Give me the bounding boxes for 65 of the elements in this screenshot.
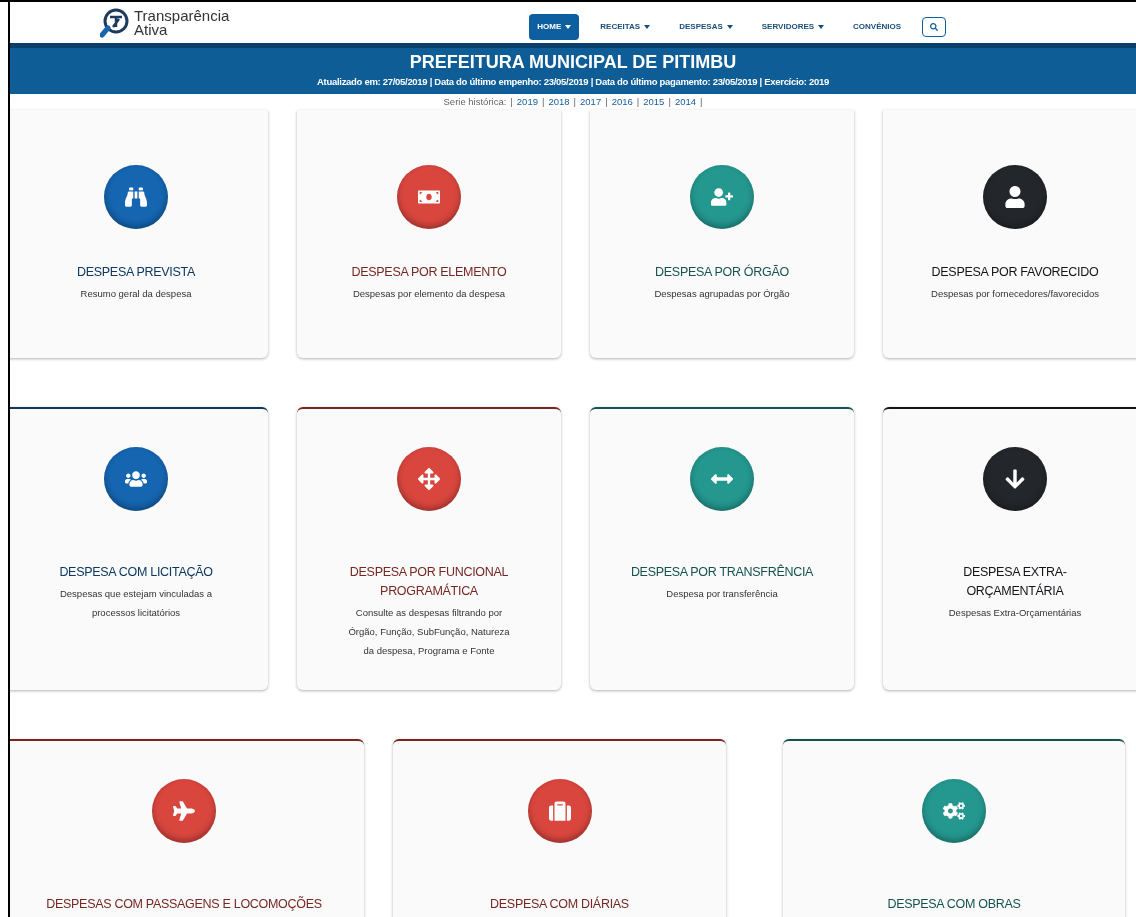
card-description: Despesas Extra-Orçamentárias xyxy=(948,606,1082,620)
card-description: Despesa por transferência xyxy=(666,587,778,601)
year-link[interactable]: 2018 xyxy=(548,94,570,110)
card-description: Despesas agrupadas por Órgão xyxy=(654,287,790,301)
year-link[interactable]: 2016 xyxy=(611,94,633,110)
card-title: DESPESA EXTRA-ORÇAMENTÁRIA xyxy=(962,564,1068,600)
separator: | xyxy=(510,94,513,109)
card-title: DESPESA PREVISTA xyxy=(77,264,195,281)
user-icon xyxy=(1004,186,1026,208)
group-icon xyxy=(125,468,147,490)
suitcase-icon xyxy=(548,800,571,822)
year-link[interactable]: 2015 xyxy=(643,94,665,110)
card-title: DESPESA COM DIÁRIAS xyxy=(490,895,629,913)
logo-icon xyxy=(100,7,130,38)
card-description: Despesas por fornecedores/favorecidos xyxy=(931,287,1099,301)
card[interactable]: DESPESA EXTRA-ORÇAMENTÁRIA Despesas Extra-Orçamentárias xyxy=(883,407,1136,690)
card-description: Despesas por elemento da despesa xyxy=(352,287,506,301)
search-icon xyxy=(930,22,939,31)
card[interactable]: DESPESA COM LICITAÇÃO Despesas que estejam vinculadas a processos licitatórios xyxy=(10,407,268,690)
year-link[interactable]: 2019 xyxy=(516,94,538,110)
nav-tab[interactable]: DESPESAS xyxy=(671,13,741,40)
logo-text: Ativa xyxy=(134,22,168,37)
card[interactable]: DESPESA POR ELEMENTO Despesas por elemento da despesa xyxy=(297,110,561,358)
card-title: DESPESA POR TRANSFRÊNCIA xyxy=(630,563,814,581)
nav-tab[interactable]: CONVÊNIOS xyxy=(845,13,910,40)
series-label: Serie histórica: xyxy=(443,94,507,109)
card[interactable]: DESPESA POR TRANSFRÊNCIA Despesa por transferência xyxy=(590,407,854,690)
card[interactable]: DESPESA POR FAVORECIDO Despesas por fornecedores/favorecidos xyxy=(883,110,1136,358)
search-button[interactable] xyxy=(922,16,947,37)
nav-tab[interactable]: RECEITAS xyxy=(592,13,659,40)
card-title: DESPESA COM LICITAÇÃO xyxy=(59,564,213,581)
logo-text: Transparência xyxy=(134,8,230,23)
separator: | xyxy=(541,94,545,109)
separator: | xyxy=(668,94,671,109)
airplane-icon xyxy=(173,800,195,822)
separator: | xyxy=(605,94,608,109)
card-title: DESPESAS COM PASSAGENS E LOCOMOÇÕES xyxy=(46,895,322,913)
card[interactable]: DESPESA POR ÓRGÃO Despesas agrupadas por Órgão xyxy=(590,110,854,358)
card-title: DESPESA POR FUNCIONAL PROGRAMÁTICA xyxy=(348,564,510,600)
nav-tab[interactable]: HOME xyxy=(529,13,580,40)
nav-tab[interactable]: SERVIDORES xyxy=(753,13,833,40)
banner-subtitle: Atualizado em: 27/05/2019 | Data do último empenho: 23/05/2019 | Data do último pagamento: 23/05/2019 | Exercício: 2019 xyxy=(317,75,829,89)
separator: | xyxy=(700,94,703,109)
card-title: DESPESA COM OBRAS xyxy=(887,896,1021,913)
card[interactable]: DESPESAS COM PASSAGENS E LOCOMOÇÕES xyxy=(10,739,364,917)
year-link[interactable]: 2014 xyxy=(674,94,696,110)
separator: | xyxy=(573,94,577,109)
year-link[interactable]: 2017 xyxy=(580,94,602,110)
card[interactable]: DESPESA COM DIÁRIAS xyxy=(393,739,726,917)
card-title: DESPESA POR ELEMENTO xyxy=(351,264,507,281)
card[interactable]: DESPESA PREVISTA Resumo geral da despesa xyxy=(10,110,268,358)
gears-icon xyxy=(943,800,965,822)
card-title: DESPESA POR FAVORECIDO xyxy=(931,264,1099,281)
user-plus-icon xyxy=(711,186,733,208)
binoculars-icon xyxy=(125,186,147,208)
card[interactable]: DESPESA POR FUNCIONAL PROGRAMÁTICA Consulte as despesas filtrando por Órgão, Função, SubFunção, Natureza da despesa, Programa e Fonte xyxy=(297,407,561,690)
banner-title: PREFEITURA MUNICIPAL DE PITIMBU xyxy=(409,51,737,74)
card-description: Despesas que estejam vinculadas a processos licitatórios xyxy=(58,587,214,620)
card-description: Consulte as despesas filtrando por Órgão, Função, SubFunção, Natureza da despesa, Programa e Fonte xyxy=(347,606,511,658)
card-title: DESPESA POR ÓRGÃO xyxy=(655,263,789,281)
arrow-down-icon xyxy=(1004,468,1026,490)
card[interactable]: DESPESA COM OBRAS xyxy=(783,739,1125,917)
separator: | xyxy=(636,94,640,109)
move-arrows-icon xyxy=(418,468,440,490)
card-description: Resumo geral da despesa xyxy=(80,287,192,301)
